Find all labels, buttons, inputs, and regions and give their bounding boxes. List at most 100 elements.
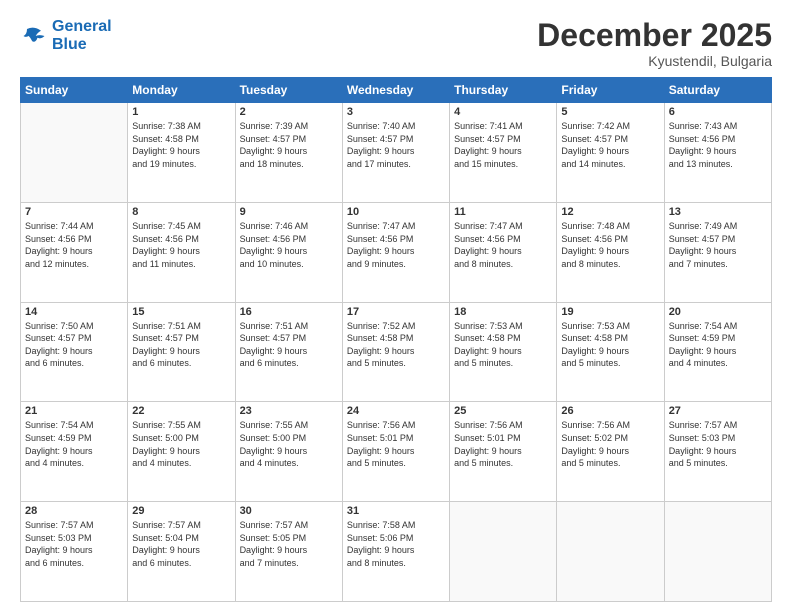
day-number: 28 (25, 505, 123, 517)
day-number: 19 (561, 306, 659, 318)
location-subtitle: Kyustendil, Bulgaria (537, 53, 772, 69)
calendar-cell: 26Sunrise: 7:56 AM Sunset: 5:02 PM Dayli… (557, 402, 664, 502)
logo-line2: Blue (52, 36, 87, 53)
title-block: December 2025 Kyustendil, Bulgaria (537, 18, 772, 69)
calendar-table: SundayMondayTuesdayWednesdayThursdayFrid… (20, 77, 772, 602)
logo-icon (20, 22, 48, 50)
page: General Blue December 2025 Kyustendil, B… (0, 0, 792, 612)
cell-content: Sunrise: 7:43 AM Sunset: 4:56 PM Dayligh… (669, 120, 767, 170)
day-number: 6 (669, 106, 767, 118)
calendar-cell: 12Sunrise: 7:48 AM Sunset: 4:56 PM Dayli… (557, 202, 664, 302)
cell-content: Sunrise: 7:41 AM Sunset: 4:57 PM Dayligh… (454, 120, 552, 170)
weekday-header-row: SundayMondayTuesdayWednesdayThursdayFrid… (21, 78, 772, 103)
day-number: 14 (25, 306, 123, 318)
cell-content: Sunrise: 7:55 AM Sunset: 5:00 PM Dayligh… (240, 419, 338, 469)
cell-content: Sunrise: 7:56 AM Sunset: 5:01 PM Dayligh… (454, 419, 552, 469)
calendar-cell: 24 Sunrise: 7:56 AM Sunset: 5:01 PM Dayli… (342, 402, 449, 502)
calendar-cell (21, 103, 128, 203)
calendar-cell: 19 Sunrise: 7:53 AM Sunset: 4:58 PM Dayli… (557, 302, 664, 402)
header: General Blue December 2025 Kyustendil, B… (20, 18, 772, 69)
day-number: 21 (25, 405, 123, 417)
calendar-cell: 7Sunrise: 7:44 AM Sunset: 4:56 PM Daylig… (21, 202, 128, 302)
cell-content: Sunrise: 7:51 AM Sunset: 4:57 PM Dayligh… (132, 320, 230, 370)
day-number: 10 (347, 206, 445, 218)
calendar-cell: 13 Sunrise: 7:49 AM Sunset: 4:57 PM Dayli… (664, 202, 771, 302)
cell-content: Sunrise: 7:56 AM Sunset: 5:01 PM Dayligh… (347, 419, 445, 469)
day-number: 24 (347, 405, 445, 417)
day-number: 22 (132, 405, 230, 417)
day-number: 16 (240, 306, 338, 318)
cell-content: Sunrise: 7:47 AM Sunset: 4:56 PM Dayligh… (347, 220, 445, 270)
calendar-cell: 18 Sunrise: 7:53 AM Sunset: 4:58 PM Dayli… (450, 302, 557, 402)
week-row-4: 21 Sunrise: 7:54 AM Sunset: 4:59 PM Dayli… (21, 402, 772, 502)
calendar-cell (450, 502, 557, 602)
day-number: 31 (347, 505, 445, 517)
cell-content: Sunrise: 7:39 AM Sunset: 4:57 PM Dayligh… (240, 120, 338, 170)
calendar-cell: 23 Sunrise: 7:55 AM Sunset: 5:00 PM Dayli… (235, 402, 342, 502)
calendar-cell (557, 502, 664, 602)
weekday-header-saturday: Saturday (664, 78, 771, 103)
weekday-header-thursday: Thursday (450, 78, 557, 103)
logo: General Blue (20, 18, 112, 53)
calendar-cell: 30 Sunrise: 7:57 AM Sunset: 5:05 PM Dayli… (235, 502, 342, 602)
day-number: 1 (132, 106, 230, 118)
day-number: 13 (669, 206, 767, 218)
calendar-cell: 17 Sunrise: 7:52 AM Sunset: 4:58 PM Dayli… (342, 302, 449, 402)
calendar-cell: 21 Sunrise: 7:54 AM Sunset: 4:59 PM Dayli… (21, 402, 128, 502)
day-number: 2 (240, 106, 338, 118)
day-number: 25 (454, 405, 552, 417)
day-number: 15 (132, 306, 230, 318)
day-number: 7 (25, 206, 123, 218)
day-number: 11 (454, 206, 552, 218)
day-number: 30 (240, 505, 338, 517)
day-number: 17 (347, 306, 445, 318)
calendar-cell: 8Sunrise: 7:45 AM Sunset: 4:56 PM Daylig… (128, 202, 235, 302)
cell-content: Sunrise: 7:49 AM Sunset: 4:57 PM Dayligh… (669, 220, 767, 270)
day-number: 4 (454, 106, 552, 118)
day-number: 8 (132, 206, 230, 218)
cell-content: Sunrise: 7:50 AM Sunset: 4:57 PM Dayligh… (25, 320, 123, 370)
cell-content: Sunrise: 7:51 AM Sunset: 4:57 PM Dayligh… (240, 320, 338, 370)
logo-text: General Blue (52, 18, 112, 53)
logo-line1: General (52, 18, 112, 35)
week-row-2: 7Sunrise: 7:44 AM Sunset: 4:56 PM Daylig… (21, 202, 772, 302)
calendar-cell: 22Sunrise: 7:55 AM Sunset: 5:00 PM Dayli… (128, 402, 235, 502)
cell-content: Sunrise: 7:56 AM Sunset: 5:02 PM Dayligh… (561, 419, 659, 469)
calendar-cell (664, 502, 771, 602)
cell-content: Sunrise: 7:52 AM Sunset: 4:58 PM Dayligh… (347, 320, 445, 370)
calendar-cell: 14 Sunrise: 7:50 AM Sunset: 4:57 PM Dayli… (21, 302, 128, 402)
weekday-header-friday: Friday (557, 78, 664, 103)
calendar-cell: 6 Sunrise: 7:43 AM Sunset: 4:56 PM Daylig… (664, 103, 771, 203)
calendar-cell: 11Sunrise: 7:47 AM Sunset: 4:56 PM Dayli… (450, 202, 557, 302)
cell-content: Sunrise: 7:57 AM Sunset: 5:03 PM Dayligh… (25, 519, 123, 569)
day-number: 27 (669, 405, 767, 417)
calendar-cell: 16 Sunrise: 7:51 AM Sunset: 4:57 PM Dayli… (235, 302, 342, 402)
cell-content: Sunrise: 7:57 AM Sunset: 5:05 PM Dayligh… (240, 519, 338, 569)
cell-content: Sunrise: 7:54 AM Sunset: 4:59 PM Dayligh… (25, 419, 123, 469)
weekday-header-monday: Monday (128, 78, 235, 103)
cell-content: Sunrise: 7:54 AM Sunset: 4:59 PM Dayligh… (669, 320, 767, 370)
cell-content: Sunrise: 7:46 AM Sunset: 4:56 PM Dayligh… (240, 220, 338, 270)
weekday-header-sunday: Sunday (21, 78, 128, 103)
day-number: 9 (240, 206, 338, 218)
calendar-cell: 29Sunrise: 7:57 AM Sunset: 5:04 PM Dayli… (128, 502, 235, 602)
calendar-cell: 5Sunrise: 7:42 AM Sunset: 4:57 PM Daylig… (557, 103, 664, 203)
day-number: 18 (454, 306, 552, 318)
week-row-3: 14 Sunrise: 7:50 AM Sunset: 4:57 PM Dayli… (21, 302, 772, 402)
weekday-header-wednesday: Wednesday (342, 78, 449, 103)
cell-content: Sunrise: 7:40 AM Sunset: 4:57 PM Dayligh… (347, 120, 445, 170)
day-number: 23 (240, 405, 338, 417)
cell-content: Sunrise: 7:58 AM Sunset: 5:06 PM Dayligh… (347, 519, 445, 569)
cell-content: Sunrise: 7:53 AM Sunset: 4:58 PM Dayligh… (454, 320, 552, 370)
calendar-cell: 20 Sunrise: 7:54 AM Sunset: 4:59 PM Dayli… (664, 302, 771, 402)
cell-content: Sunrise: 7:53 AM Sunset: 4:58 PM Dayligh… (561, 320, 659, 370)
cell-content: Sunrise: 7:57 AM Sunset: 5:03 PM Dayligh… (669, 419, 767, 469)
day-number: 20 (669, 306, 767, 318)
week-row-1: 1Sunrise: 7:38 AM Sunset: 4:58 PM Daylig… (21, 103, 772, 203)
calendar-cell: 1Sunrise: 7:38 AM Sunset: 4:58 PM Daylig… (128, 103, 235, 203)
calendar-cell: 25 Sunrise: 7:56 AM Sunset: 5:01 PM Dayli… (450, 402, 557, 502)
calendar-cell: 2 Sunrise: 7:39 AM Sunset: 4:57 PM Daylig… (235, 103, 342, 203)
calendar-cell: 10 Sunrise: 7:47 AM Sunset: 4:56 PM Dayli… (342, 202, 449, 302)
calendar-cell: 9 Sunrise: 7:46 AM Sunset: 4:56 PM Daylig… (235, 202, 342, 302)
cell-content: Sunrise: 7:42 AM Sunset: 4:57 PM Dayligh… (561, 120, 659, 170)
